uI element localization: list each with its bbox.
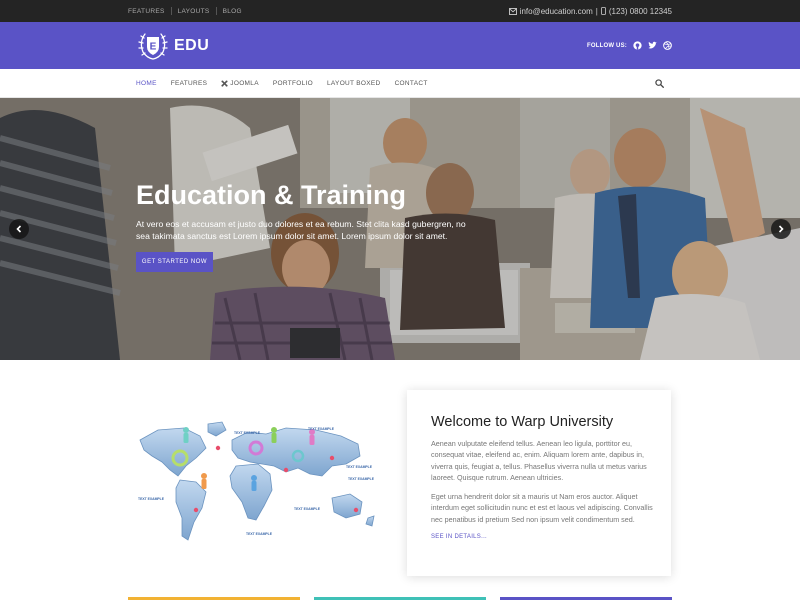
contact-separator: | xyxy=(595,6,598,16)
crest-letter: E xyxy=(150,42,157,53)
nav-item-contact[interactable]: CONTACT xyxy=(395,80,428,87)
top-link-features[interactable]: FEATURES xyxy=(128,8,165,15)
phone-icon xyxy=(600,7,606,15)
site-logo[interactable]: E EDU xyxy=(136,30,209,61)
world-map-illustration: TEXT EXAMPLE TEXT EXAMPLE TEXT EXAMPLE T… xyxy=(138,421,375,541)
welcome-paragraph: Aenean vulputate eleifend tellus. Aenean… xyxy=(431,439,647,482)
main-nav: HOME FEATURES JOOMLA PORTFOLIO LAYOUT BO… xyxy=(0,69,800,98)
welcome-paragraph: Eget urna hendrerit dolor sit a mauris u… xyxy=(431,492,653,524)
nav-item-layout-boxed[interactable]: LAYOUT BOXED xyxy=(327,80,381,87)
dribbble-icon[interactable] xyxy=(663,41,672,50)
map-label: TEXT EXAMPLE xyxy=(346,465,373,469)
slider-next-button[interactable] xyxy=(771,219,791,239)
contact-email[interactable]: info@education.com xyxy=(520,7,593,16)
top-link-blog[interactable]: BLOG xyxy=(223,8,242,15)
envelope-icon xyxy=(508,7,517,15)
hero-text: At vero eos et accusam et justo duo dolo… xyxy=(136,219,466,241)
divider xyxy=(170,7,172,15)
see-details-link[interactable]: SEE IN DETAILS... xyxy=(431,534,487,540)
joomla-icon xyxy=(221,80,228,87)
welcome-card: Welcome to Warp University Aenean vulput… xyxy=(407,390,671,576)
nav-item-joomla-label: JOOMLA xyxy=(230,80,259,87)
contact-info: info@education.com | (123) 0800 12345 xyxy=(508,0,672,22)
chevron-right-icon xyxy=(778,225,784,233)
map-label: TEXT EXAMPLE xyxy=(294,507,321,511)
top-bar: FEATURES LAYOUTS BLOG info@education.com… xyxy=(0,0,800,22)
chevron-left-icon xyxy=(16,225,22,233)
top-link-layouts[interactable]: LAYOUTS xyxy=(178,8,210,15)
divider xyxy=(215,7,217,15)
brand-header: E EDU FOLLOW US: xyxy=(0,22,800,69)
slider-prev-button[interactable] xyxy=(9,219,29,239)
nav-item-joomla[interactable]: JOOMLA xyxy=(221,80,259,87)
top-links: FEATURES LAYOUTS BLOG xyxy=(128,0,242,22)
crest-icon: E xyxy=(138,33,168,60)
nav-menu: HOME FEATURES JOOMLA PORTFOLIO LAYOUT BO… xyxy=(136,69,442,98)
map-label: TEXT EXAMPLE xyxy=(234,431,261,435)
github-icon[interactable] xyxy=(633,41,642,50)
nav-item-home[interactable]: HOME xyxy=(136,80,157,87)
welcome-title: Welcome to Warp University xyxy=(431,414,614,430)
map-label: TEXT EXAMPLE xyxy=(308,427,335,431)
search-icon[interactable] xyxy=(655,79,664,88)
hero-title: Education & Training xyxy=(136,180,407,210)
contact-phone[interactable]: (123) 0800 12345 xyxy=(609,7,672,16)
follow-label: FOLLOW US: xyxy=(587,42,627,49)
twitter-icon[interactable] xyxy=(648,41,657,50)
logo-text: EDU xyxy=(174,36,210,54)
nav-item-portfolio[interactable]: PORTFOLIO xyxy=(273,80,313,87)
social-links: FOLLOW US: xyxy=(587,22,672,69)
get-started-button[interactable]: GET STARTED NOW xyxy=(136,252,213,272)
map-label: TEXT EXAMPLE xyxy=(138,497,165,501)
map-label: TEXT EXAMPLE xyxy=(348,477,375,481)
map-label: TEXT EXAMPLE xyxy=(246,532,273,536)
nav-item-features[interactable]: FEATURES xyxy=(171,80,208,87)
